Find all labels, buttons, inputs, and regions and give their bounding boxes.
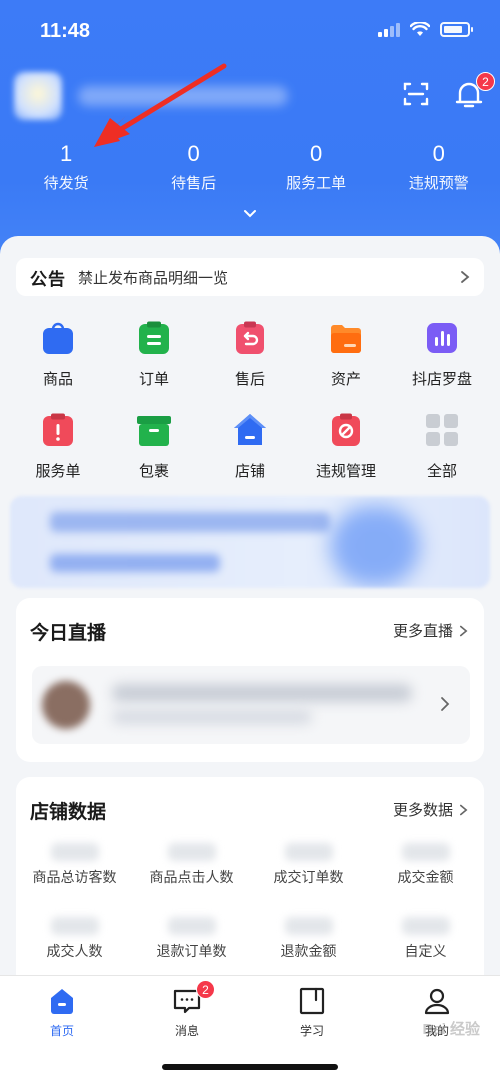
notice-tag: 公告 <box>30 269 66 290</box>
store-data-title: 店铺数据 <box>30 801 107 823</box>
entry-service-orders[interactable]: 服务单 <box>10 410 106 502</box>
folder-icon <box>331 325 361 353</box>
chevron-right-icon <box>461 271 470 283</box>
status-time: 11:48 <box>40 20 91 42</box>
shop-avatar[interactable] <box>14 72 62 120</box>
scan-button[interactable] <box>402 80 430 108</box>
tab-messages[interactable]: 2 消息 <box>137 980 237 1039</box>
live-title: 今日直播 <box>30 622 107 644</box>
more-live-link[interactable]: 更多直播 <box>393 620 468 641</box>
bar-chart-icon <box>427 323 457 353</box>
quick-entry-grid: 商品 订单 售后 资产 抖店罗盘 服务单 包裹 店铺 违规管理 全部 <box>10 318 490 502</box>
metric-orders[interactable]: 成交订单数 <box>250 839 367 913</box>
shop-header: 2 <box>14 68 495 120</box>
home-indicator <box>162 1064 338 1070</box>
bag-icon <box>43 322 73 354</box>
notification-badge: 2 <box>476 72 495 91</box>
store-data-card: 店铺数据 更多数据 商品总访客数 商品点击人数 成交订单数 成交金额 成交人数 … <box>16 777 484 997</box>
entry-aftersale[interactable]: 售后 <box>202 318 298 410</box>
entry-packages[interactable]: 包裹 <box>106 410 202 502</box>
notification-button[interactable]: 2 <box>454 72 495 110</box>
live-thumbnail <box>42 681 90 729</box>
entry-compass[interactable]: 抖店罗盘 <box>394 318 490 410</box>
stat-service-tickets[interactable]: 0 服务工单 <box>255 140 378 193</box>
metric-clicks[interactable]: 商品点击人数 <box>133 839 250 913</box>
watermark: Bai 经验 <box>422 1021 480 1038</box>
entry-store[interactable]: 店铺 <box>202 410 298 502</box>
live-session-row[interactable] <box>32 666 470 744</box>
metric-gmv[interactable]: 成交金额 <box>367 839 484 913</box>
stat-pending-aftersale[interactable]: 0 待售后 <box>132 140 255 193</box>
book-icon <box>299 987 325 1015</box>
metric-visitors[interactable]: 商品总访客数 <box>16 839 133 913</box>
promo-banner[interactable] <box>10 496 490 588</box>
clipboard-icon <box>139 321 169 354</box>
user-icon <box>424 988 450 1015</box>
home-icon <box>51 989 73 1014</box>
ban-icon <box>332 413 360 446</box>
notice-text: 禁止发布商品明细一览 <box>78 268 229 287</box>
status-bar: 11:48 <box>0 14 500 50</box>
chevron-down-icon[interactable] <box>242 206 258 222</box>
grid-icon <box>426 414 458 446</box>
box-icon <box>137 416 171 446</box>
tab-learn[interactable]: 学习 <box>262 986 362 1039</box>
messages-badge: 2 <box>196 980 215 999</box>
entry-assets[interactable]: 资产 <box>298 318 394 410</box>
entry-orders[interactable]: 订单 <box>106 318 202 410</box>
order-stats: 1 待发货 0 待售后 0 服务工单 0 违规预警 <box>0 140 500 193</box>
return-icon <box>236 321 264 354</box>
stat-violation-warning[interactable]: 0 违规预警 <box>377 140 500 193</box>
alert-icon <box>43 413 73 446</box>
signal-icon <box>378 22 400 37</box>
store-icon <box>234 414 266 445</box>
battery-icon <box>440 22 473 37</box>
entry-products[interactable]: 商品 <box>10 318 106 410</box>
shop-name-blurred[interactable] <box>78 86 288 106</box>
notice-bar[interactable]: 公告 禁止发布商品明细一览 <box>16 258 484 296</box>
store-metrics: 商品总访客数 商品点击人数 成交订单数 成交金额 成交人数 退款订单数 退款金额… <box>16 839 484 987</box>
live-card: 今日直播 更多直播 <box>16 598 484 762</box>
tab-home[interactable]: 首页 <box>12 986 112 1039</box>
chevron-right-icon <box>441 697 450 711</box>
entry-all[interactable]: 全部 <box>394 410 490 502</box>
more-data-link[interactable]: 更多数据 <box>393 799 468 820</box>
wifi-icon <box>410 22 430 36</box>
chevron-right-icon <box>459 804 468 815</box>
entry-violation-management[interactable]: 违规管理 <box>298 410 394 502</box>
scan-icon <box>403 82 429 106</box>
stat-pending-shipment[interactable]: 1 待发货 <box>0 140 132 193</box>
chevron-right-icon <box>459 625 468 636</box>
